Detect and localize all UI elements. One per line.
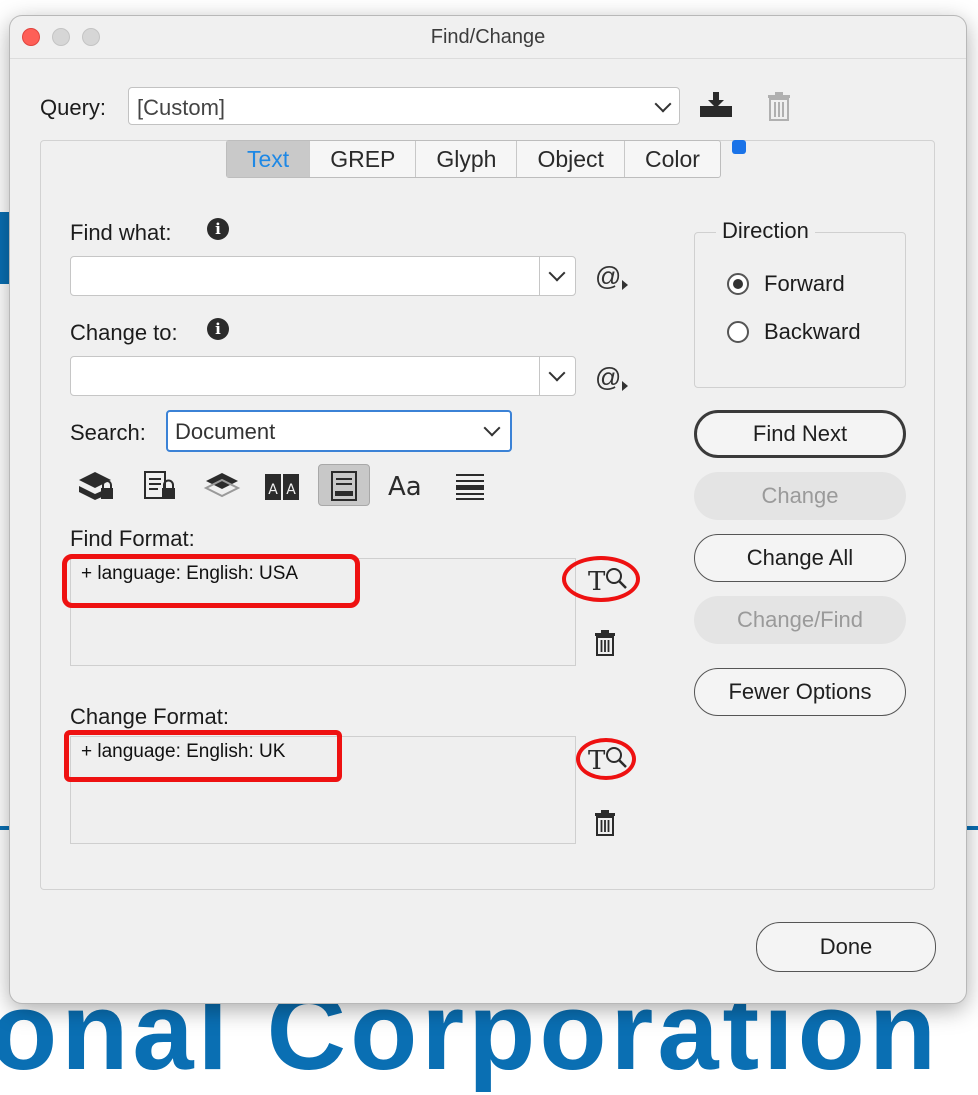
tab-color[interactable]: Color xyxy=(625,141,720,177)
change-find-button[interactable]: Change/Find xyxy=(694,596,906,644)
include-hidden-layers-button[interactable] xyxy=(202,464,244,506)
query-label: Query: xyxy=(40,95,107,120)
whole-word-button[interactable] xyxy=(450,464,492,506)
find-what-input[interactable] xyxy=(70,256,576,296)
save-query-icon xyxy=(700,92,732,117)
search-label: Search: xyxy=(70,420,146,445)
tab-object[interactable]: Object xyxy=(517,141,625,177)
fewer-options-button[interactable]: Fewer Options xyxy=(694,668,906,716)
chevron-down-icon xyxy=(483,419,501,437)
change-all-button[interactable]: Change All xyxy=(694,534,906,582)
trash-icon xyxy=(768,92,790,121)
search-scope-value: Document xyxy=(175,419,276,444)
background-doc-bar-left xyxy=(0,212,10,284)
find-what-label: Find what: xyxy=(70,220,172,245)
find-special-characters-icon[interactable]: @ xyxy=(595,261,621,292)
chevron-down-icon[interactable] xyxy=(548,364,566,382)
lock-stories-icon xyxy=(144,471,175,499)
change-to-info-icon[interactable]: i xyxy=(207,318,229,340)
find-what-info-icon[interactable]: i xyxy=(207,218,229,240)
search-mode-tabs: Text GREP Glyph Object Color xyxy=(226,140,721,178)
trash-icon xyxy=(595,810,615,836)
svg-text:A: A xyxy=(268,482,278,498)
include-master-pages-button[interactable]: A A xyxy=(262,464,304,506)
tab-text[interactable]: Text xyxy=(227,141,311,177)
clear-change-format-button[interactable] xyxy=(594,810,616,841)
clear-find-format-button[interactable] xyxy=(594,630,616,661)
direction-title: Direction xyxy=(716,218,815,244)
done-button[interactable]: Done xyxy=(756,922,936,972)
background-doc-line-right xyxy=(966,826,978,830)
annotation-find-format-icon-circle xyxy=(562,556,640,602)
color-tab-indicator xyxy=(732,140,746,154)
chevron-down-icon xyxy=(654,95,672,113)
find-next-button[interactable]: Find Next xyxy=(694,410,906,458)
annotation-change-format-highlight xyxy=(64,730,342,782)
direction-backward-label[interactable]: Backward xyxy=(764,319,861,345)
hidden-layers-icon xyxy=(203,473,241,498)
direction-forward-radio[interactable] xyxy=(727,273,749,295)
change-special-characters-icon[interactable]: @ xyxy=(595,362,621,393)
window-title: Find/Change xyxy=(430,26,546,48)
change-special-characters-arrow-icon xyxy=(622,381,628,391)
svg-text:Aa: Aa xyxy=(388,472,422,502)
query-value: [Custom] xyxy=(137,95,226,120)
change-format-label: Change Format: xyxy=(70,704,229,729)
whole-word-icon xyxy=(456,474,484,500)
direction-forward-label[interactable]: Forward xyxy=(764,271,845,297)
trash-icon xyxy=(595,630,615,656)
tab-glyph[interactable]: Glyph xyxy=(416,141,518,177)
change-button[interactable]: Change xyxy=(694,472,906,520)
footnotes-icon xyxy=(331,471,357,501)
find-format-label: Find Format: xyxy=(70,526,195,551)
search-scope-select[interactable]: Document xyxy=(166,410,512,452)
include-locked-layers-button[interactable] xyxy=(76,464,118,506)
direction-group xyxy=(694,232,906,388)
chevron-down-icon[interactable] xyxy=(548,264,566,282)
include-footnotes-button[interactable] xyxy=(318,464,370,506)
lock-layers-icon xyxy=(79,472,113,500)
change-to-input[interactable] xyxy=(70,356,576,396)
save-query-button[interactable] xyxy=(698,92,734,125)
find-change-dialog: Find/Change Query: [Custom] Text GREP Gl… xyxy=(10,16,966,1003)
case-sensitive-icon: Aa xyxy=(388,472,422,502)
annotation-find-format-highlight xyxy=(62,554,360,608)
svg-text:A: A xyxy=(286,482,296,498)
change-to-label: Change to: xyxy=(70,320,178,345)
delete-query-button[interactable] xyxy=(766,92,792,127)
annotation-change-format-icon-circle xyxy=(576,738,636,780)
include-locked-stories-button[interactable] xyxy=(140,464,182,506)
find-special-characters-arrow-icon xyxy=(622,280,628,290)
background-doc-line-left xyxy=(0,826,10,830)
tab-grep[interactable]: GREP xyxy=(310,141,417,177)
direction-backward-radio[interactable] xyxy=(727,321,749,343)
master-pages-icon: A A xyxy=(265,470,299,502)
title-bar: Find/Change xyxy=(10,16,966,59)
query-select[interactable]: [Custom] xyxy=(128,87,680,125)
case-sensitive-button[interactable]: Aa xyxy=(386,464,432,506)
